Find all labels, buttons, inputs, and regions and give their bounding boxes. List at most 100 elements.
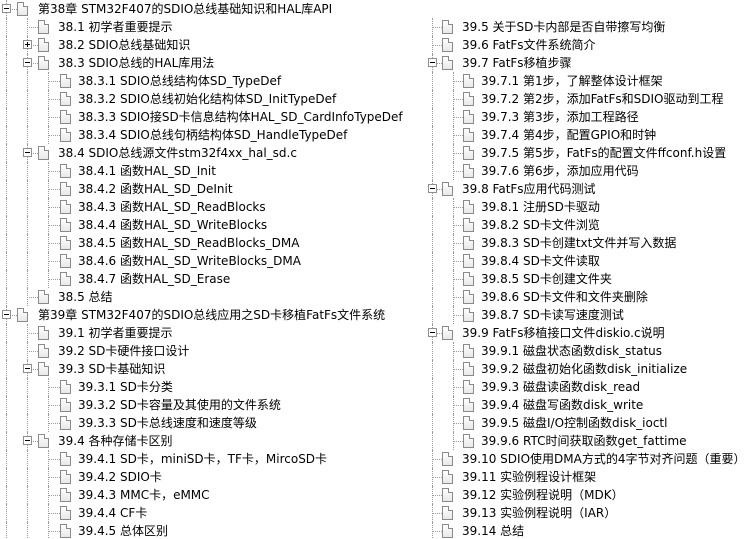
toc-item[interactable]: 39.8.1 注册SD卡驱动 [425, 198, 750, 216]
toc-item-label: 39.3.1 SD卡分类 [78, 380, 173, 394]
toc-item[interactable]: 39.8.2 SD卡文件浏览 [425, 216, 750, 234]
collapse-icon[interactable] [23, 58, 32, 67]
tree-guide-line [432, 234, 433, 252]
page-icon [60, 200, 71, 214]
toc-item[interactable]: 39.7.6 第6步，添加应用代码 [425, 162, 750, 180]
toc-item[interactable]: 第39章 STM32F407的SDIO总线应用之SD卡移植FatFs文件系统 [0, 306, 425, 324]
toc-item[interactable]: 38.4.4 函数HAL_SD_WriteBlocks [0, 216, 425, 234]
toc-item[interactable]: 39.8.3 SD卡创建txt文件并写入数据 [425, 234, 750, 252]
toc-item[interactable]: 39.4.5 总体区别 [0, 522, 425, 539]
toc-item[interactable]: 39.9.1 磁盘状态函数disk_status [425, 342, 750, 360]
collapse-icon[interactable] [428, 58, 437, 67]
toc-item[interactable]: 38.2 SDIO总线基础知识 [0, 36, 425, 54]
toc-item[interactable]: 39.8.6 SD卡文件和文件夹删除 [425, 288, 750, 306]
toc-item[interactable]: 39.9.5 磁盘I/O控制函数disk_ioctl [425, 414, 750, 432]
toc-item[interactable]: 38.5 总结 [0, 288, 425, 306]
toc-item[interactable]: 39.2 SD卡硬件接口设计 [0, 342, 425, 360]
page-icon [463, 380, 474, 394]
toc-item[interactable]: 39.12 实验例程说明（MDK） [425, 486, 750, 504]
tree-guide-line [6, 342, 7, 360]
tree-connector [453, 81, 463, 82]
toc-item[interactable]: 39.4.3 MMC卡，eMMC [0, 486, 425, 504]
page-icon [442, 38, 453, 52]
toc-item[interactable]: 39.4.4 CF卡 [0, 504, 425, 522]
toc-item[interactable]: 38.4.2 函数HAL_SD_DeInit [0, 180, 425, 198]
tree-guide-line [6, 144, 7, 162]
toc-item[interactable]: 39.5 关于SD卡内部是否自带擦写均衡 [425, 18, 750, 36]
toc-item[interactable]: 39.4.1 SD卡，miniSD卡，TF卡，MircoSD卡 [0, 450, 425, 468]
toc-item[interactable]: 39.7 FatFs移植步骤 [425, 54, 750, 72]
toc-item[interactable]: 39.8.4 SD卡文件读取 [425, 252, 750, 270]
toc-item[interactable]: 38.4.6 函数HAL_SD_WriteBlocks_DMA [0, 252, 425, 270]
toc-item-label: 38.4.4 函数HAL_SD_WriteBlocks [78, 218, 268, 232]
page-icon [463, 272, 474, 286]
toc-item[interactable]: 39.9.2 磁盘初始化函数disk_initialize [425, 360, 750, 378]
toc-item[interactable]: 38.4.1 函数HAL_SD_Init [0, 162, 425, 180]
toc-item[interactable]: 38.4.7 函数HAL_SD_Erase [0, 270, 425, 288]
toc-item[interactable]: 38.3.2 SDIO总线初始化结构体SD_InitTypeDef [0, 90, 425, 108]
collapse-icon[interactable] [428, 184, 437, 193]
toc-item[interactable]: 39.3 SD卡基础知识 [0, 360, 425, 378]
collapse-icon[interactable] [2, 4, 11, 13]
toc-item-label: 39.6 FatFs文件系统简介 [462, 38, 596, 52]
toc-item[interactable]: 39.14 总结 [425, 522, 750, 539]
toc-item[interactable]: 39.7.5 第5步，FatFs的配置文件ffconf.h设置 [425, 144, 750, 162]
toc-item[interactable]: 39.6 FatFs文件系统简介 [425, 36, 750, 54]
toc-item[interactable]: 39.8.7 SD卡读写速度测试 [425, 306, 750, 324]
tree-connector [48, 279, 60, 280]
toc-item[interactable]: 38.3.1 SDIO总线结构体SD_TypeDef [0, 72, 425, 90]
tree-guide-line [432, 144, 433, 162]
toc-item[interactable]: 38.3.3 SDIO接SD卡信息结构体HAL_SD_CardInfoTypeD… [0, 108, 425, 126]
collapse-icon[interactable] [2, 310, 11, 319]
tree-guide-line [6, 378, 7, 396]
toc-item[interactable]: 39.7.3 第3步，添加工程路径 [425, 108, 750, 126]
collapse-icon[interactable] [23, 436, 32, 445]
toc-item[interactable]: 39.4 各种存储卡区别 [0, 432, 425, 450]
toc-item[interactable]: 39.1 初学者重要提示 [0, 324, 425, 342]
toc-item-label: 38.3.3 SDIO接SD卡信息结构体HAL_SD_CardInfoTypeD… [78, 110, 403, 124]
toc-item-label: 39.12 实验例程说明（MDK） [462, 488, 624, 502]
toc-item[interactable]: 39.7.4 第4步，配置GPIO和时钟 [425, 126, 750, 144]
tree-connector [48, 171, 60, 172]
tree-guide-line [432, 90, 433, 108]
toc-item[interactable]: 38.3 SDIO总线的HAL库用法 [0, 54, 425, 72]
page-icon [60, 218, 71, 232]
toc-item[interactable]: 39.8 FatFs应用代码测试 [425, 180, 750, 198]
toc-item[interactable]: 39.10 SDIO使用DMA方式的4字节对齐问题（重要） [425, 450, 750, 468]
toc-item[interactable]: 38.4.3 函数HAL_SD_ReadBlocks [0, 198, 425, 216]
tree-guide-line [432, 288, 433, 306]
toc-item[interactable]: 38.3.4 SDIO总线句柄结构体SD_HandleTypeDef [0, 126, 425, 144]
toc-item[interactable]: 38.4 SDIO总线源文件stm32f4xx_hal_sd.c [0, 144, 425, 162]
page-icon [60, 182, 71, 196]
toc-item[interactable]: 39.7.1 第1步，了解整体设计框架 [425, 72, 750, 90]
toc-item[interactable]: 39.3.3 SD卡总线速度和速度等级 [0, 414, 425, 432]
collapse-icon[interactable] [23, 364, 32, 373]
toc-tree-left-pane: 第38章 STM32F407的SDIO总线基础知识和HAL库API 38.1 初学… [0, 0, 425, 539]
toc-item[interactable]: 39.4.2 SDIO卡 [0, 468, 425, 486]
toc-item[interactable]: 39.3.2 SD卡容量及其使用的文件系统 [0, 396, 425, 414]
toc-item[interactable]: 38.4.5 函数HAL_SD_ReadBlocks_DMA [0, 234, 425, 252]
toc-item-label: 39.2 SD卡硬件接口设计 [58, 344, 190, 358]
toc-item[interactable]: 39.8.5 SD卡创建文件夹 [425, 270, 750, 288]
toc-item[interactable]: 39.3.1 SD卡分类 [0, 378, 425, 396]
toc-item[interactable]: 39.9.4 磁盘写函数disk_write [425, 396, 750, 414]
toc-item[interactable]: 第38章 STM32F407的SDIO总线基础知识和HAL库API [0, 0, 425, 18]
tree-guide-line [432, 396, 433, 414]
toc-item[interactable]: 39.9 FatFs移植接口文件diskio.c说明 [425, 324, 750, 342]
collapse-icon[interactable] [428, 328, 437, 337]
toc-item[interactable]: 38.1 初学者重要提示 [0, 18, 425, 36]
toc-item-label: 39.8.5 SD卡创建文件夹 [481, 272, 612, 286]
toc-item[interactable]: 39.9.3 磁盘读函数disk_read [425, 378, 750, 396]
collapse-icon[interactable] [23, 148, 32, 157]
toc-item-label: 39.9.2 磁盘初始化函数disk_initialize [481, 362, 688, 376]
toc-item[interactable]: 39.7.2 第2步，添加FatFs和SDIO驱动到工程 [425, 90, 750, 108]
tree-guide-line [6, 360, 7, 378]
tree-guide-line [6, 396, 7, 414]
tree-guide-line [6, 252, 7, 270]
tree-guide-line [27, 90, 28, 108]
expand-icon[interactable] [23, 40, 32, 49]
toc-item[interactable]: 39.13 实验例程说明（IAR） [425, 504, 750, 522]
toc-item[interactable]: 39.11 实验例程设计框架 [425, 468, 750, 486]
tree-guide-line [27, 468, 28, 486]
toc-item[interactable]: 39.9.6 RTC时间获取函数get_fattime [425, 432, 750, 450]
